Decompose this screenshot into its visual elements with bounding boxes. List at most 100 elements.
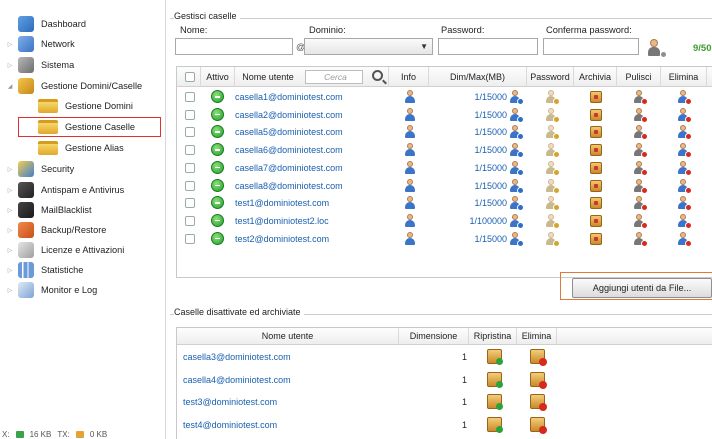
header-nome-utente[interactable]: Nome utente: [235, 67, 301, 87]
row-checkbox[interactable]: [185, 145, 195, 156]
header-info[interactable]: Info: [389, 67, 429, 87]
sidebar-item-statistiche[interactable]: ▷ Statistiche: [6, 261, 83, 279]
expand-arrow-icon[interactable]: ▷: [6, 41, 14, 48]
active-status-icon[interactable]: [211, 90, 224, 103]
active-status-icon[interactable]: [211, 213, 224, 227]
row-checkbox[interactable]: [185, 162, 195, 173]
conferma-password-input[interactable]: [543, 38, 639, 55]
sidebar-item-gestione-caselle[interactable]: Gestione Caselle: [18, 117, 161, 137]
info-user-icon[interactable]: [404, 196, 416, 210]
edit-quota-icon[interactable]: [509, 178, 524, 194]
account-email[interactable]: casella2@dominiotest.com: [235, 106, 343, 124]
table-row[interactable]: test1@dominiotest.com 1/15000: [177, 194, 712, 212]
header-pulisci[interactable]: Pulisci: [617, 67, 661, 87]
archive-icon[interactable]: [590, 144, 602, 157]
header-arch-elimina[interactable]: Elimina: [517, 328, 557, 345]
info-user-icon[interactable]: [404, 107, 416, 122]
archived-email[interactable]: test3@dominiotest.com: [183, 391, 277, 413]
clean-mailbox-icon[interactable]: [633, 231, 648, 247]
header-arch-nome-utente[interactable]: Nome utente: [177, 328, 399, 345]
row-checkbox[interactable]: [185, 198, 195, 209]
header-dim-max[interactable]: Dim/Max(MB): [429, 67, 527, 87]
info-user-icon[interactable]: [404, 90, 416, 104]
delete-user-icon[interactable]: [677, 90, 692, 105]
password-key-icon[interactable]: [545, 90, 560, 105]
add-users-from-file-button[interactable]: Aggiungi utenti da File...: [572, 278, 712, 298]
edit-quota-icon[interactable]: [509, 231, 524, 247]
password-key-icon[interactable]: [545, 143, 560, 159]
row-checkbox[interactable]: [185, 92, 195, 102]
clean-mailbox-icon[interactable]: [633, 125, 648, 141]
delete-archive-icon[interactable]: [530, 416, 547, 434]
archive-icon[interactable]: [590, 179, 602, 192]
table-row[interactable]: casella2@dominiotest.com 1/15000: [177, 106, 712, 124]
edit-quota-icon[interactable]: [509, 196, 524, 212]
collapse-arrow-icon[interactable]: ◢: [6, 83, 14, 90]
header-dimensione[interactable]: Dimensione: [399, 328, 469, 345]
expand-arrow-icon[interactable]: ▷: [6, 166, 14, 173]
archive-icon[interactable]: [590, 214, 602, 227]
active-status-icon[interactable]: [211, 143, 224, 157]
row-checkbox[interactable]: [185, 233, 195, 244]
account-email[interactable]: test2@dominiotest.com: [235, 230, 329, 248]
delete-user-icon[interactable]: [677, 196, 692, 212]
restore-icon[interactable]: [487, 394, 503, 410]
active-status-icon[interactable]: [211, 231, 224, 245]
expand-arrow-icon[interactable]: ▷: [6, 287, 14, 294]
search-icon[interactable]: [372, 70, 383, 81]
archive-icon[interactable]: [590, 232, 602, 245]
delete-user-icon[interactable]: [677, 213, 692, 229]
table-row[interactable]: test1@dominiotest2.loc 1/100000: [177, 212, 712, 230]
clean-mailbox-icon[interactable]: [633, 213, 648, 229]
expand-arrow-icon[interactable]: ▷: [6, 187, 14, 194]
row-checkbox[interactable]: [185, 109, 195, 120]
table-row[interactable]: casella4@dominiotest.com 1: [177, 369, 712, 391]
delete-user-icon[interactable]: [677, 143, 692, 159]
active-status-icon[interactable]: [211, 178, 224, 192]
account-email[interactable]: casella7@dominiotest.com: [235, 159, 343, 177]
account-email[interactable]: casella8@dominiotest.com: [235, 177, 343, 195]
header-archivia[interactable]: Archivia: [574, 67, 617, 87]
password-key-icon[interactable]: [545, 231, 560, 247]
active-status-icon[interactable]: [211, 125, 224, 139]
clean-mailbox-icon[interactable]: [633, 196, 648, 212]
table-row[interactable]: casella1@dominiotest.com 1/15000: [177, 88, 712, 106]
delete-user-icon[interactable]: [677, 125, 692, 141]
info-user-icon[interactable]: [404, 125, 416, 139]
archive-icon[interactable]: [590, 126, 602, 139]
expand-arrow-icon[interactable]: ▷: [6, 267, 14, 274]
add-user-icon[interactable]: [646, 39, 667, 58]
clean-mailbox-icon[interactable]: [633, 160, 648, 176]
account-email[interactable]: test1@dominiotest.com: [235, 194, 329, 212]
restore-icon[interactable]: [487, 371, 503, 388]
password-key-icon[interactable]: [545, 178, 560, 194]
select-all-checkbox[interactable]: [185, 72, 195, 82]
table-row[interactable]: test3@dominiotest.com 1: [177, 391, 712, 413]
delete-user-icon[interactable]: [677, 231, 692, 247]
sidebar-item-dashboard[interactable]: Dashboard: [6, 15, 86, 33]
info-user-icon[interactable]: [404, 213, 416, 228]
sidebar-item-monitor[interactable]: ▷ Monitor e Log: [6, 281, 97, 299]
archived-email[interactable]: test4@dominiotest.com: [183, 414, 277, 436]
archive-icon[interactable]: [590, 197, 602, 210]
password-key-icon[interactable]: [545, 125, 560, 141]
sidebar-item-gestione-domini-caselle[interactable]: ◢ Gestione Domini/Caselle: [6, 77, 142, 95]
sidebar-item-sistema[interactable]: ▷ Sistema: [6, 56, 74, 74]
account-email[interactable]: casella1@dominiotest.com: [235, 88, 343, 106]
header-elimina[interactable]: Elimina: [661, 67, 707, 87]
table-row[interactable]: casella8@dominiotest.com 1/15000: [177, 177, 712, 195]
clean-mailbox-icon[interactable]: [633, 90, 648, 105]
expand-arrow-icon[interactable]: ▷: [6, 247, 14, 254]
row-checkbox[interactable]: [185, 180, 195, 191]
password-key-icon[interactable]: [545, 160, 560, 176]
search-input[interactable]: Cerca: [305, 70, 363, 84]
header-password[interactable]: Password: [527, 67, 574, 87]
account-email[interactable]: test1@dominiotest2.loc: [235, 212, 329, 230]
sidebar-item-gestione-alias[interactable]: Gestione Alias: [38, 139, 124, 157]
table-row[interactable]: test4@dominiotest.com 1: [177, 414, 712, 436]
sidebar-item-gestione-domini[interactable]: Gestione Domini: [38, 97, 133, 115]
active-status-icon[interactable]: [211, 160, 224, 174]
header-ripristina[interactable]: Ripristina: [469, 328, 517, 345]
info-user-icon[interactable]: [404, 143, 416, 157]
header-attivo[interactable]: Attivo: [201, 67, 235, 87]
